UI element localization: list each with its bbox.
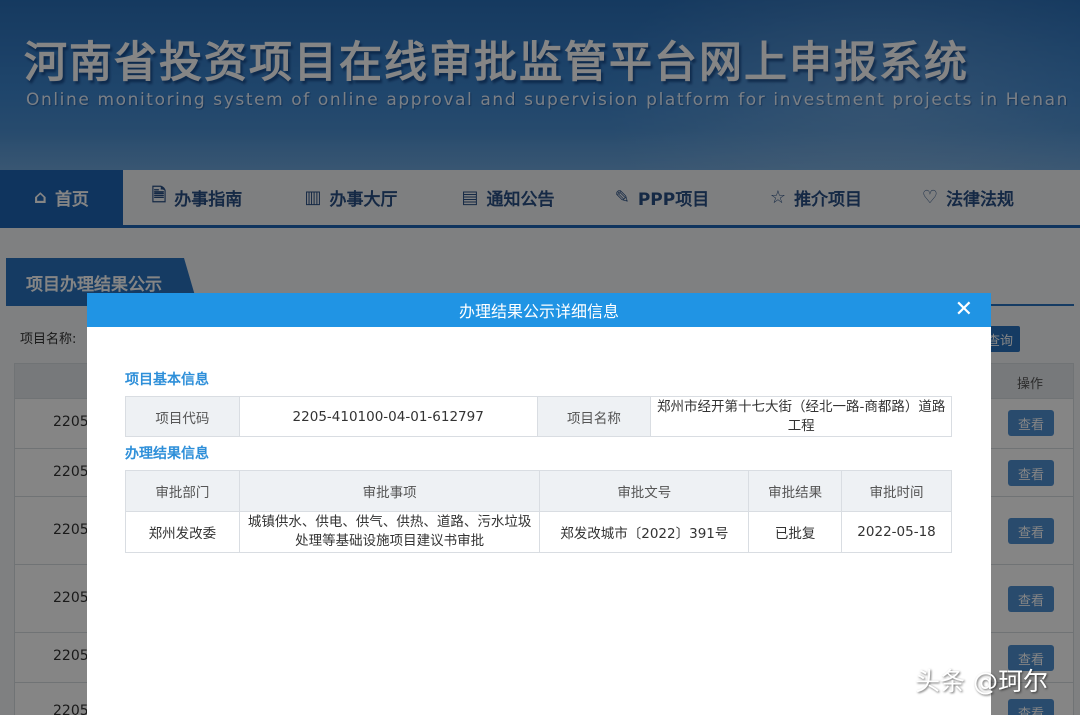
- close-icon[interactable]: ✕: [955, 297, 973, 323]
- modal-title: 办理结果公示详细信息: [458, 302, 619, 321]
- result-info-table: 审批部门 审批事项 审批文号 审批结果 审批时间 郑州发改委 城镇供水、供电、供…: [125, 470, 952, 553]
- column-result: 审批结果: [748, 470, 843, 512]
- column-doc-no: 审批文号: [539, 470, 750, 512]
- row-department: 郑州发改委: [125, 511, 240, 553]
- row-doc-no: 郑发改城市〔2022〕391号: [539, 511, 750, 553]
- modal-header: 办理结果公示详细信息 ✕: [87, 293, 991, 327]
- column-item: 审批事项: [238, 470, 541, 512]
- project-code-value: 2205-410100-04-01-612797: [238, 396, 538, 437]
- project-name-label: 项目名称: [536, 396, 652, 437]
- watermark: 头条 @珂尔: [915, 667, 1048, 696]
- row-date: 2022-05-18: [841, 511, 952, 553]
- table-row: 郑州发改委 城镇供水、供电、供气、供热、道路、污水垃圾处理等基础设施项目建议书审…: [125, 511, 952, 553]
- project-code-label: 项目代码: [125, 396, 240, 437]
- detail-modal: 办理结果公示详细信息 ✕ 项目基本信息 项目代码 2205-410100-04-…: [87, 293, 991, 715]
- row-result: 已批复: [748, 511, 843, 553]
- row-item: 城镇供水、供电、供气、供热、道路、污水垃圾处理等基础设施项目建议书审批: [247, 514, 532, 549]
- project-name-value: 郑州市经开第十七大街（经北一路-商都路）道路工程: [657, 398, 946, 434]
- basic-info-table: 项目代码 2205-410100-04-01-612797 项目名称 郑州市经开…: [125, 396, 952, 437]
- result-info-heading: 办理结果信息: [125, 446, 209, 462]
- basic-info-heading: 项目基本信息: [125, 372, 209, 388]
- column-department: 审批部门: [125, 470, 240, 512]
- column-date: 审批时间: [841, 470, 952, 512]
